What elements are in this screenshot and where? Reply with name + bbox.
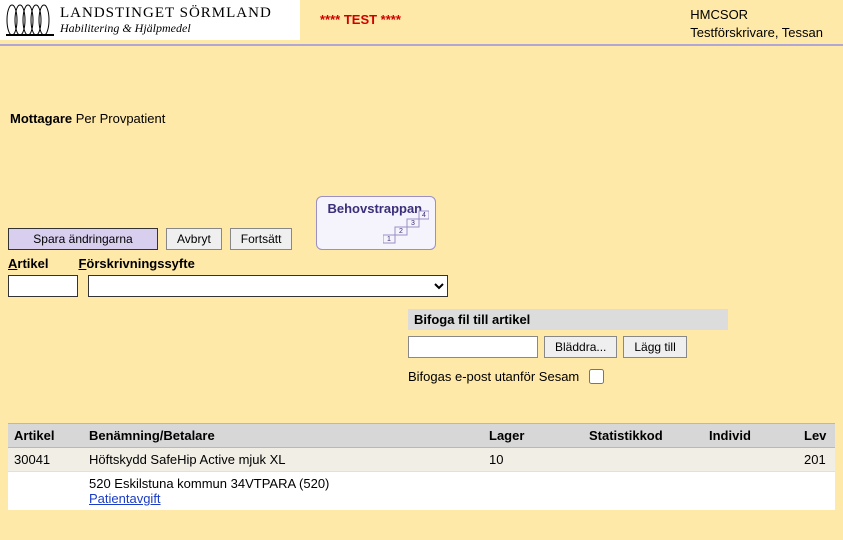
recipient-row: Mottagare Per Provpatient [10,111,835,126]
header-user: Testförskrivare, Tessan [690,24,823,42]
cell-benamning: Höftskydd SafeHip Active mjuk XL [83,448,483,472]
svg-text:3: 3 [411,220,415,227]
org-logo-icon [6,3,54,37]
form-labels-row: Artikel Förskrivningssyfte [8,256,835,271]
cell-statistikkod [583,448,703,472]
toolbar: Spara ändringarna Avbryt Fortsätt Behovs… [8,196,835,250]
epost-row: Bifogas e-post utanför Sesam [408,366,728,387]
org-name: LANDSTINGET SÖRMLAND [60,5,272,22]
stairs-icon: 1 2 3 4 [383,207,429,245]
epost-checkbox[interactable] [589,369,604,384]
articles-table: Artikel Benämning/Betalare Lager Statist… [8,423,835,510]
file-path-display [408,336,538,358]
org-subtitle: Habilitering & Hjälpmedel [60,22,272,35]
file-attach-block: Bifoga fil till artikel Bläddra... Lägg … [408,309,728,387]
continue-button[interactable]: Fortsätt [230,228,293,250]
artikel-input[interactable] [8,275,78,297]
cancel-button[interactable]: Avbryt [166,228,222,250]
svg-text:4: 4 [422,212,426,219]
table-subrow: 520 Eskilstuna kommun 34VTPARA (520) Pat… [8,472,835,511]
betalare-text: 520 Eskilstuna kommun 34VTPARA (520) [89,476,829,491]
col-individ: Individ [703,424,798,448]
col-lev: Lev [798,424,835,448]
header-user-block: HMCSOR Testförskrivare, Tessan [690,6,823,42]
cell-artikel: 30041 [8,448,83,472]
col-statistikkod: Statistikkod [583,424,703,448]
file-attach-title: Bifoga fil till artikel [408,309,728,330]
syfte-label: Förskrivningssyfte [78,256,194,271]
col-benamning: Benämning/Betalare [83,424,483,448]
behovstrappan-widget[interactable]: Behovstrappan 1 2 3 4 [316,196,436,250]
patientavgift-link[interactable]: Patientavgift [89,491,161,506]
table-header-row: Artikel Benämning/Betalare Lager Statist… [8,424,835,448]
header-context: HMCSOR [690,6,823,24]
epost-label: Bifogas e-post utanför Sesam [408,369,579,384]
syfte-select[interactable] [88,275,448,297]
col-artikel: Artikel [8,424,83,448]
add-file-button[interactable]: Lägg till [623,336,686,358]
org-logo-text: LANDSTINGET SÖRMLAND Habilitering & Hjäl… [60,5,272,35]
artikel-label: Artikel [8,256,48,271]
app-header: LANDSTINGET SÖRMLAND Habilitering & Hjäl… [0,0,843,46]
table-row[interactable]: 30041 Höftskydd SafeHip Active mjuk XL 1… [8,448,835,472]
save-button[interactable]: Spara ändringarna [8,228,158,250]
col-lager: Lager [483,424,583,448]
file-attach-row: Bläddra... Lägg till [408,336,728,358]
main-content: Mottagare Per Provpatient Spara ändringa… [0,46,843,540]
org-logo-block: LANDSTINGET SÖRMLAND Habilitering & Hjäl… [0,0,300,40]
svg-text:1: 1 [387,236,391,243]
recipient-name: Per Provpatient [76,111,166,126]
cell-individ [703,448,798,472]
recipient-label: Mottagare [10,111,72,126]
form-inputs-row [8,275,835,297]
cell-lager: 10 [483,448,583,472]
test-banner: **** TEST **** [320,12,401,27]
browse-button[interactable]: Bläddra... [544,336,617,358]
svg-text:2: 2 [399,228,403,235]
cell-lev: 201 [798,448,835,472]
